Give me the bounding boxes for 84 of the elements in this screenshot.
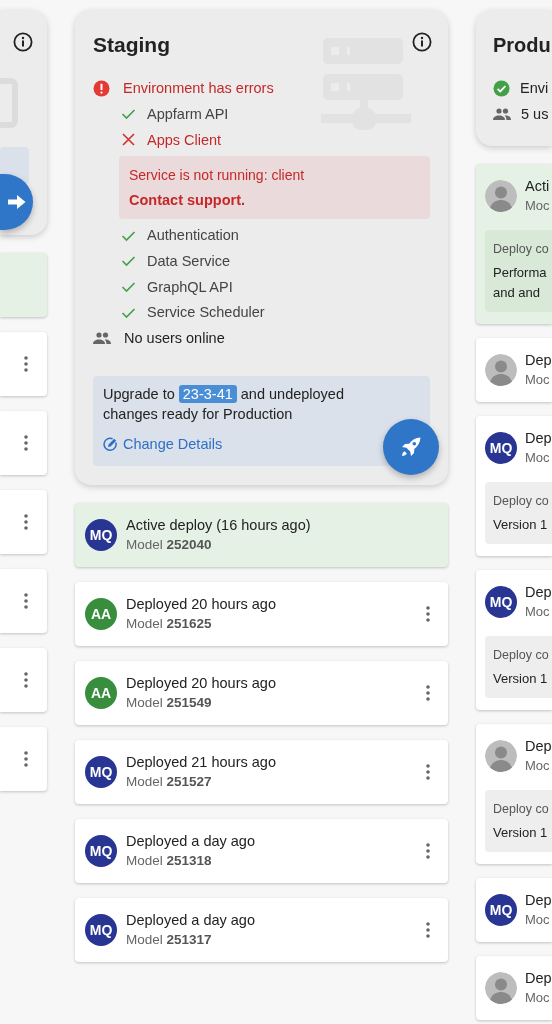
service-name: Data Service bbox=[147, 252, 230, 269]
deploy-title: Dep bbox=[525, 583, 552, 602]
more-options-icon[interactable] bbox=[24, 356, 28, 372]
model-number: Model 251317 bbox=[126, 931, 212, 950]
arrow-icon bbox=[6, 194, 27, 210]
more-options-icon[interactable] bbox=[426, 922, 430, 939]
comment-text: Performa bbox=[493, 264, 547, 282]
model-number: Model 251549 bbox=[126, 694, 212, 713]
comment-label: Deploy co bbox=[493, 801, 549, 818]
model-number: Model 251625 bbox=[126, 615, 212, 634]
user-avatar: MQ bbox=[85, 914, 117, 947]
people-icon bbox=[93, 332, 111, 345]
model-number: Moc bbox=[525, 197, 550, 215]
deploy-title: Deployed a day ago bbox=[126, 911, 255, 931]
environment-title: Produ bbox=[493, 33, 551, 58]
more-options-icon[interactable] bbox=[426, 843, 430, 860]
user-avatar: MQ bbox=[485, 894, 517, 926]
model-number: Moc bbox=[525, 989, 550, 1007]
more-options-icon[interactable] bbox=[426, 685, 430, 702]
comment-text: Version 1 bbox=[493, 516, 548, 534]
deploy-title: Dep bbox=[525, 969, 552, 988]
people-icon bbox=[493, 108, 511, 120]
deploy-title: Dep bbox=[525, 891, 552, 910]
status-text: Envi bbox=[520, 80, 549, 96]
comment-text: and and bbox=[493, 284, 540, 302]
more-options-icon[interactable] bbox=[24, 751, 28, 767]
environment-title: Staging bbox=[93, 32, 170, 58]
users-online-text: 5 us bbox=[521, 106, 549, 122]
info-icon[interactable] bbox=[13, 32, 33, 52]
service-name: Appfarm API bbox=[147, 105, 229, 122]
comment-text: Version 1 bbox=[493, 670, 548, 688]
deploy-title: Active deploy (16 hours ago) bbox=[126, 516, 311, 536]
deploy-button[interactable] bbox=[383, 419, 439, 476]
model-number: Moc bbox=[525, 757, 550, 775]
service-name: Service Scheduler bbox=[147, 304, 265, 321]
service-name: GraphQL API bbox=[147, 278, 233, 295]
user-avatar-silhouette bbox=[485, 972, 517, 1004]
deploy-title: Deployed 21 hours ago bbox=[126, 753, 276, 773]
model-number: Model 252040 bbox=[126, 536, 212, 555]
deploy-title: Deployed a day ago bbox=[126, 832, 255, 852]
service-name: Authentication bbox=[147, 227, 239, 244]
user-avatar-silhouette bbox=[485, 180, 517, 212]
users-online-text: No users online bbox=[124, 330, 225, 347]
comment-label: Deploy co bbox=[493, 241, 549, 258]
deploy-title: Dep bbox=[525, 737, 552, 756]
user-avatar: AA bbox=[85, 598, 117, 631]
status-text: Environment has errors bbox=[123, 80, 274, 96]
user-avatar-silhouette bbox=[485, 740, 517, 772]
user-avatar: MQ bbox=[85, 835, 117, 868]
error-message: Service is not running: client bbox=[129, 166, 305, 186]
deploy-title: Deployed 20 hours ago bbox=[126, 674, 276, 694]
model-number: Moc bbox=[525, 911, 550, 929]
more-options-icon[interactable] bbox=[426, 606, 430, 623]
model-number: Moc bbox=[525, 371, 550, 389]
promote-button[interactable] bbox=[0, 174, 33, 230]
info-icon[interactable] bbox=[412, 32, 432, 52]
user-avatar: MQ bbox=[485, 586, 517, 618]
edit-icon bbox=[103, 436, 118, 452]
more-options-icon[interactable] bbox=[24, 672, 28, 688]
user-avatar: MQ bbox=[85, 519, 117, 552]
more-options-icon[interactable] bbox=[24, 514, 28, 530]
user-avatar: MQ bbox=[85, 756, 117, 789]
user-avatar: MQ bbox=[485, 432, 517, 464]
change-details-link[interactable]: Change Details bbox=[103, 434, 223, 455]
comment-label: Deploy co bbox=[493, 493, 549, 510]
model-number: Model 251527 bbox=[126, 773, 212, 792]
deploy-title: Deployed 20 hours ago bbox=[126, 595, 276, 615]
comment-label: Deploy co bbox=[493, 647, 549, 664]
model-number: Model 251318 bbox=[126, 852, 212, 871]
more-options-icon[interactable] bbox=[426, 764, 430, 781]
more-options-icon[interactable] bbox=[24, 435, 28, 451]
deploy-title: Acti bbox=[525, 177, 550, 196]
contact-support-link[interactable]: Contact support. bbox=[129, 189, 245, 212]
more-options-icon[interactable] bbox=[24, 593, 28, 609]
model-number: Moc bbox=[525, 449, 550, 467]
deploy-title: Dep bbox=[525, 429, 552, 448]
model-number: Moc bbox=[525, 603, 550, 621]
upgrade-text: Upgrade to 23-3-41 and undeployed changes ready for Production bbox=[103, 384, 345, 425]
comment-text: Version 1 bbox=[493, 824, 548, 842]
rocket-icon bbox=[400, 436, 422, 459]
user-avatar-silhouette bbox=[485, 354, 517, 386]
user-avatar: AA bbox=[85, 677, 117, 710]
service-name: Apps Client bbox=[147, 131, 222, 148]
deploy-title: Dep bbox=[525, 351, 552, 370]
